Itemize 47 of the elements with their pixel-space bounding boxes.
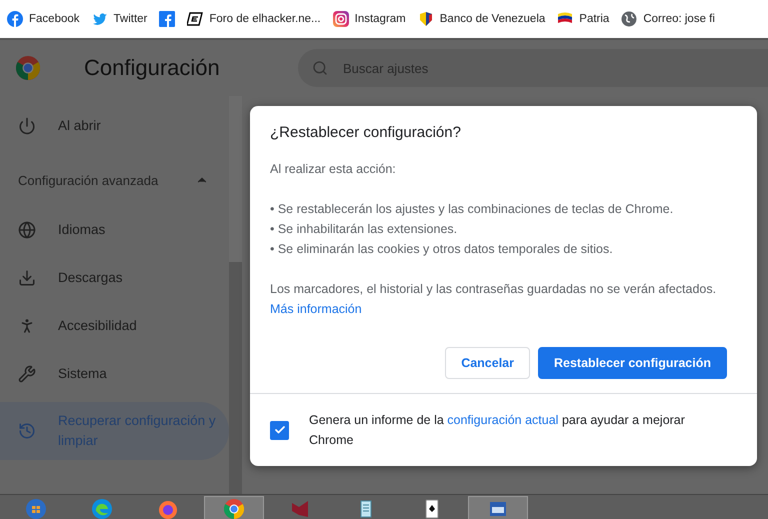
intro-text: Al realizar esta acción: <box>270 161 397 178</box>
instagram-icon <box>332 11 349 27</box>
wrench-icon <box>18 365 36 383</box>
flag-shield-icon <box>418 11 434 27</box>
sidebar-item[interactable]: Descargas <box>0 254 229 302</box>
bookmark[interactable]: Facebook <box>7 11 80 27</box>
chrome-logo-icon <box>16 56 40 80</box>
cancel-button[interactable]: Cancelar <box>445 347 530 379</box>
more-info-link[interactable]: Más información <box>270 299 362 319</box>
chrome-icon[interactable] <box>224 499 244 519</box>
report-text: Genera un informe de la configuración actual para ayudar a mejorar Chrome <box>309 412 686 449</box>
bullet-text: • Se eliminarán las cookies y otros datos temporales de sitios. <box>270 241 614 258</box>
sidebar-item[interactable]: Sistema <box>0 350 229 398</box>
power-icon <box>18 117 36 135</box>
facebook-icon <box>7 11 23 27</box>
taskbar-button[interactable] <box>468 496 528 519</box>
sidebar-item[interactable]: Idiomas <box>0 206 229 254</box>
bird-icon <box>92 11 108 27</box>
settings-link[interactable]: configuración actual <box>447 413 558 427</box>
bookmark[interactable]: Correo: jose fi <box>621 11 715 27</box>
bookmark[interactable]: Foro de elhacker.ne... <box>187 11 321 27</box>
bookmark[interactable]: Instagram <box>332 11 406 27</box>
keyboard-icon[interactable] <box>488 499 508 519</box>
bookmark[interactable]: Banco de Venezuela <box>418 11 546 27</box>
scrollbar[interactable] <box>229 96 242 494</box>
start-icon[interactable] <box>26 499 46 519</box>
edge-icon[interactable] <box>92 499 112 519</box>
download-icon <box>18 269 36 287</box>
note-text: Los marcadores, el historial y las contraseñas guardadas no se verán afectados. <box>270 281 718 298</box>
reset-button[interactable]: Restablecer configuración <box>538 347 727 379</box>
page-title: Configuración <box>84 55 221 81</box>
sidebar-item[interactable]: Accesibilidad <box>0 302 229 350</box>
dialog-title: ¿Restablecer configuración? <box>270 124 462 141</box>
bookmark[interactable]: Twitter <box>92 11 148 27</box>
search-icon <box>312 60 328 76</box>
sidebar-item[interactable]: Al abrir <box>0 102 229 150</box>
bookmark[interactable] <box>159 11 176 27</box>
facebook-icon <box>159 11 176 27</box>
history-icon <box>18 422 36 440</box>
section-toggle[interactable]: Configuración avanzada <box>0 154 229 206</box>
checkbox[interactable] <box>270 420 289 440</box>
check-icon <box>274 424 286 436</box>
bullet-text: • Se inhabilitarán las extensiones. <box>270 221 458 238</box>
firefox-icon[interactable] <box>158 499 178 519</box>
bullet-text: • Se restablecerán los ajustes y las combinaciones de teclas de Chrome. <box>270 201 674 218</box>
e-logo-icon <box>187 11 204 27</box>
bookmark[interactable]: Patria <box>557 11 610 27</box>
